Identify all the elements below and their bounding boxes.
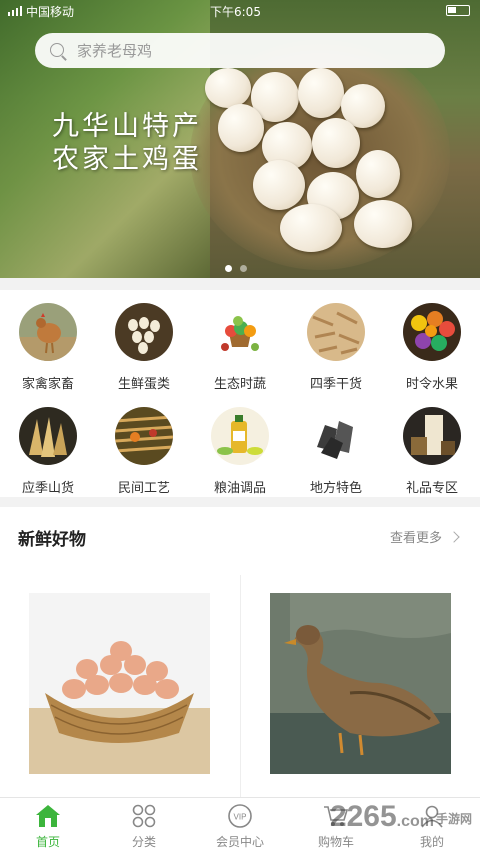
tab-label: 会员中心 (215, 835, 264, 849)
tab-label: 购物车 (317, 835, 354, 849)
chevron-right-icon (448, 530, 460, 543)
category-label: 四季干货 (309, 377, 362, 392)
egg-image (218, 104, 264, 152)
dried-goods-icon (307, 303, 365, 361)
status-time: 下午6:05 (210, 4, 261, 19)
oil-icon (211, 407, 269, 465)
status-bar: 中国移动 下午6:05 (0, 0, 480, 22)
egg-image (280, 204, 342, 252)
category-label: 应季山货 (21, 481, 74, 496)
carrier-name: 中国移动 (26, 4, 75, 19)
poultry-icon (19, 303, 77, 361)
category-item-bamboo-shoots[interactable]: 应季山货 (0, 407, 96, 496)
gift-icon (403, 407, 461, 465)
egg-image (312, 118, 360, 168)
search-placeholder: 家养老母鸡 (77, 42, 153, 60)
tab-category[interactable]: 分类 (96, 798, 192, 853)
category-label: 地方特色 (309, 481, 362, 496)
home-icon (35, 804, 61, 828)
tab-label: 首页 (35, 835, 60, 849)
tab-member-center[interactable]: VIP 会员中心 (192, 798, 288, 853)
bamboo-shoots-icon (19, 407, 77, 465)
category-label: 礼品专区 (405, 481, 458, 496)
egg-image (253, 160, 305, 210)
product-image-duck[interactable] (270, 593, 451, 774)
search-icon (49, 42, 67, 60)
vegetables-icon (211, 303, 269, 361)
category-label: 粮油调品 (213, 481, 266, 496)
svg-text:VIP: VIP (234, 813, 247, 822)
carousel-dot[interactable] (240, 265, 247, 272)
category-item-eggs[interactable]: 生鲜蛋类 (96, 303, 192, 392)
eggs-icon (115, 303, 173, 361)
section-title: 新鲜好物 (18, 530, 86, 550)
egg-image (354, 200, 412, 248)
divider (240, 575, 241, 797)
category-item-dried-goods[interactable]: 四季干货 (288, 303, 384, 392)
site-watermark: 2265.com 手游网 (330, 800, 472, 834)
category-label: 民间工艺 (117, 481, 170, 496)
category-label: 生态时蔬 (213, 377, 266, 392)
banner-title: 九华山特产 农家土鸡蛋 (52, 110, 202, 176)
view-more-link[interactable]: 查看更多 (389, 527, 460, 546)
egg-image (205, 68, 251, 108)
battery-icon (446, 5, 470, 16)
category-label: 生鲜蛋类 (117, 377, 170, 392)
tab-home[interactable]: 首页 (0, 798, 96, 853)
tab-label: 分类 (131, 835, 156, 849)
fruit-icon (403, 303, 461, 361)
product-image-eggs[interactable] (29, 593, 210, 774)
search-bar[interactable]: 家养老母鸡 (35, 33, 445, 68)
view-more-label: 查看更多 (389, 531, 442, 546)
watermark-text: 2265 (329, 800, 397, 833)
watermark-suffix: .com (396, 813, 434, 830)
watermark-sub: 手游网 (435, 811, 472, 826)
category-item-poultry[interactable]: 家禽家畜 (0, 303, 96, 392)
category-label: 时令水果 (405, 377, 458, 392)
egg-image (298, 68, 344, 118)
signal-icon (8, 6, 22, 16)
charcoal-icon (307, 407, 365, 465)
category-item-gift[interactable]: 礼品专区 (384, 407, 480, 496)
carousel-dot[interactable] (225, 265, 232, 272)
egg-image (356, 150, 400, 198)
category-item-oil[interactable]: 粮油调品 (192, 407, 288, 496)
category-item-handicraft[interactable]: 民间工艺 (96, 407, 192, 496)
category-label: 家禽家畜 (21, 377, 74, 392)
category-icon (131, 804, 157, 828)
tab-label: 我的 (419, 835, 444, 849)
category-item-charcoal[interactable]: 地方特色 (288, 407, 384, 496)
category-item-fruit[interactable]: 时令水果 (384, 303, 480, 392)
handicraft-icon (115, 407, 173, 465)
carousel-indicator (225, 265, 247, 272)
fresh-goods-section: 新鲜好物 查看更多 (0, 507, 480, 797)
vip-icon: VIP (227, 804, 253, 828)
category-item-vegetables[interactable]: 生态时蔬 (192, 303, 288, 392)
banner-title-line: 九华山特产 (52, 111, 202, 142)
category-grid: 家禽家畜 生鲜蛋类 生态时蔬 四季干货 时令水果 应季山货 民间工艺 粮油调品 … (0, 290, 480, 497)
banner-title-line: 农家土鸡蛋 (52, 144, 202, 175)
